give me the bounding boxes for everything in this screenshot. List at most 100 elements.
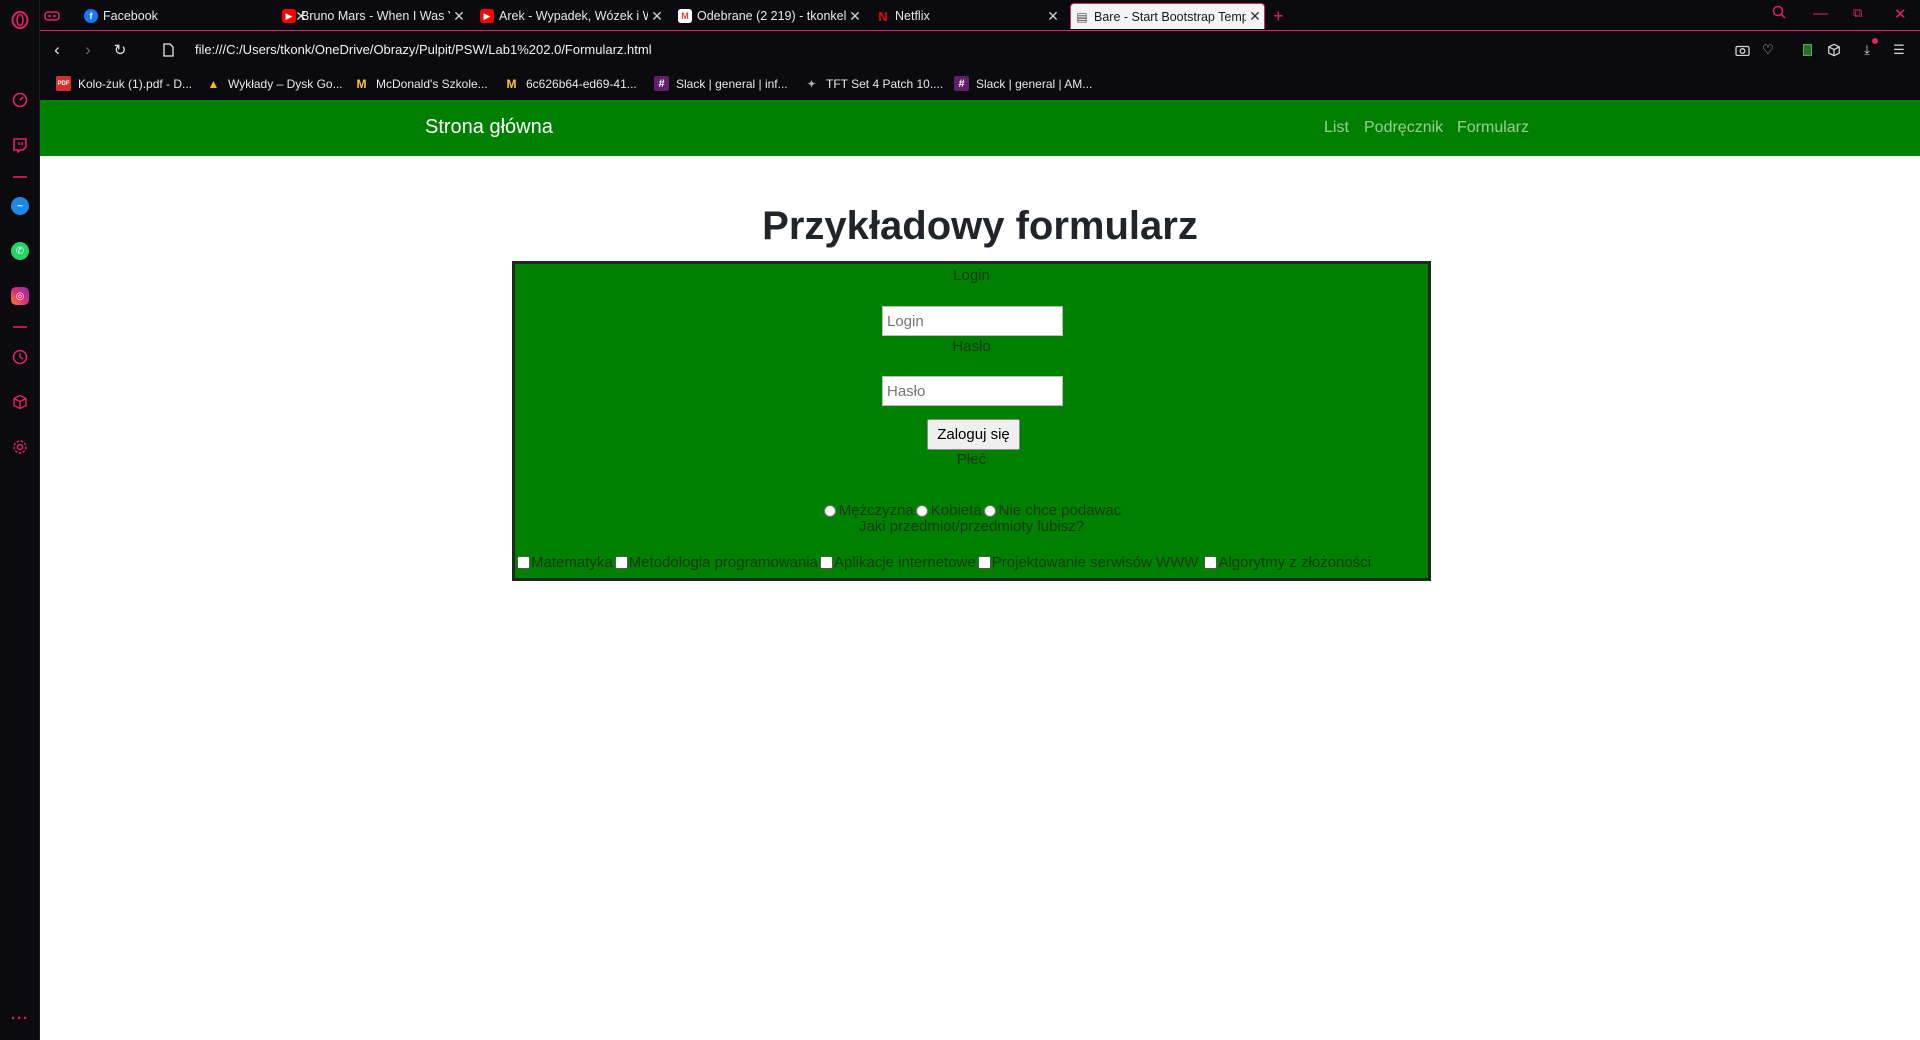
minimize-window-button[interactable]: — <box>1813 5 1828 22</box>
tft-icon: ✦ <box>806 76 817 91</box>
close-tab-icon[interactable]: ✕ <box>846 8 864 25</box>
password-input[interactable] <box>882 376 1063 406</box>
youtube-icon: ▶ <box>282 9 296 23</box>
gender-radio-female[interactable] <box>915 504 928 517</box>
document-icon: ▤ <box>1076 9 1088 24</box>
close-window-button[interactable]: ✕ <box>1894 5 1907 23</box>
login-label: Login <box>953 267 990 284</box>
gender-option-label: Kobieta <box>930 502 982 519</box>
bookmark-item[interactable]: # Slack | general | inf... <box>654 76 788 91</box>
gender-radio-none[interactable] <box>983 504 996 517</box>
login-input[interactable] <box>882 306 1063 336</box>
password-label: Hasło <box>952 338 991 355</box>
file-page-icon <box>158 40 178 60</box>
page-title: Przykładowy formularz <box>762 204 1198 248</box>
subject-option-label: Matematyka <box>531 554 613 571</box>
settings-gear-icon[interactable] <box>0 432 40 462</box>
close-tab-icon[interactable]: ✕ <box>1246 8 1264 25</box>
close-tab-icon[interactable]: ✕ <box>648 8 666 25</box>
subject-option-label: Metodologia programowania <box>628 554 818 571</box>
bookmark-item[interactable]: # Slack | general | AM... <box>954 76 1092 91</box>
bookmark-label: Kolo-żuk (1).pdf - D... <box>78 76 193 91</box>
history-icon[interactable] <box>0 342 40 372</box>
restore-window-button[interactable]: ⧉ <box>1853 5 1862 21</box>
bookmark-item[interactable]: M McDonald's Szkole... <box>354 76 488 91</box>
mcdonalds-icon: M <box>356 76 367 91</box>
bookmark-label: Slack | general | inf... <box>676 76 788 91</box>
subject-option-label: Projektowanie serwisów WWW <box>991 554 1199 571</box>
extension-icon[interactable] <box>1798 41 1816 59</box>
gmail-icon: M <box>678 9 692 23</box>
subject-checkbox[interactable] <box>614 556 628 569</box>
tab-title: Facebook <box>103 9 158 23</box>
slack-icon: # <box>954 76 969 91</box>
navbar-brand[interactable]: Strona główna <box>425 116 553 139</box>
gender-label: Płeć <box>956 451 987 468</box>
workspaces-icon[interactable] <box>44 3 70 29</box>
subject-option-label: Algorytmy z złożoności <box>1218 554 1372 571</box>
new-tab-button[interactable]: + <box>1273 3 1293 29</box>
bookmarks-bar: PDF Kolo-żuk (1).pdf - D... ▲ Wykłady – … <box>40 68 1920 100</box>
bookmark-item[interactable]: ✦ TFT Set 4 Patch 10.... <box>804 76 943 91</box>
subject-checkbox[interactable] <box>977 556 991 569</box>
netflix-icon: N <box>878 8 888 24</box>
subject-option-label: Aplikacje internetowe <box>833 554 976 571</box>
url-input[interactable]: file:///C:/Users/tkonk/OneDrive/Obrazy/P… <box>195 42 652 57</box>
instagram-icon[interactable]: ◎ <box>0 281 40 311</box>
gender-option-label: Mężczyzna <box>838 502 914 519</box>
close-tab-icon[interactable]: ✕ <box>1044 8 1062 25</box>
login-form: Login Hasło Zaloguj się Płeć Mężczyzna K… <box>512 261 1431 581</box>
bookmark-label: 6c626b64-ed69-41... <box>526 76 637 91</box>
snapshot-camera-icon[interactable] <box>1733 41 1751 59</box>
nav-link-podrecznik[interactable]: Podręcznik <box>1364 119 1443 137</box>
address-bar: ‹ › ↻ file:///C:/Users/tkonk/OneDrive/Ob… <box>40 30 1920 68</box>
tab-arek[interactable]: ▶ Arek - Wypadek, Wózek i W ✕ <box>476 3 666 29</box>
tab-netflix[interactable]: N Netflix ✕ <box>872 3 1062 29</box>
tab-title: Bruno Mars - When I Was Your Man <box>301 9 450 23</box>
login-submit-button[interactable]: Zaloguj się <box>927 419 1020 450</box>
more-options-icon[interactable]: ··· <box>0 1003 40 1033</box>
nav-link-formularz[interactable]: Formularz <box>1457 119 1529 137</box>
google-drive-icon: ▲ <box>207 76 220 91</box>
easy-setup-menu-icon[interactable]: ☰ <box>1890 41 1908 59</box>
tab-bare-bootstrap[interactable]: ▤ Bare - Start Bootstrap Template ✕ <box>1070 3 1265 29</box>
tab-title: Bare - Start Bootstrap Template <box>1094 9 1246 24</box>
bookmark-label: TFT Set 4 Patch 10.... <box>826 76 944 91</box>
whatsapp-icon[interactable]: ✆ <box>0 236 40 266</box>
twitch-icon[interactable] <box>0 130 40 160</box>
subjects-checkbox-group: Matematyka Metodologia programowania Apl… <box>515 554 1371 571</box>
tab-facebook[interactable]: f Facebook ✕ <box>80 3 310 29</box>
back-button[interactable]: ‹ <box>47 40 67 60</box>
bookmark-item[interactable]: M 6c626b64-ed69-41... <box>504 76 637 91</box>
bookmark-item[interactable]: PDF Kolo-żuk (1).pdf - D... <box>56 76 192 91</box>
reload-button[interactable]: ↻ <box>110 40 130 60</box>
sidebar-separator <box>13 176 27 178</box>
bookmark-heart-icon[interactable]: ♡ <box>1759 41 1777 59</box>
gender-radio-group: Mężczyzna Kobieta Nie chce podawac <box>515 502 1428 519</box>
browser-sidebar: ~ ✆ ◎ ··· <box>0 0 40 1040</box>
tab-search-icon[interactable] <box>1772 5 1786 23</box>
tab-gmail[interactable]: M Odebrane (2 219) - tkonkel ✕ <box>674 3 864 29</box>
nav-link-list[interactable]: List <box>1324 119 1349 137</box>
messenger-icon[interactable]: ~ <box>0 191 40 221</box>
subject-checkbox[interactable] <box>517 556 530 569</box>
bookmark-label: Wykłady – Dysk Go... <box>228 76 343 91</box>
page-viewport: Strona główna List Podręcznik Formularz … <box>40 100 1920 1040</box>
gender-radio-male[interactable] <box>823 504 836 517</box>
bookmark-item[interactable]: ▲ Wykłady – Dysk Go... <box>206 76 343 91</box>
subject-checkbox[interactable] <box>1204 556 1218 569</box>
speed-dial-icon[interactable] <box>0 85 40 115</box>
pdf-icon: PDF <box>56 76 71 91</box>
extensions-cube-icon[interactable] <box>1825 41 1843 59</box>
bookmark-label: Slack | general | AM... <box>976 76 1093 91</box>
subject-checkbox[interactable] <box>819 556 833 569</box>
extensions-cube-icon[interactable] <box>0 387 40 417</box>
downloads-icon[interactable]: ⤓ <box>1858 38 1878 59</box>
opera-logo-icon[interactable] <box>0 5 40 35</box>
bookmark-label: McDonald's Szkole... <box>376 76 488 91</box>
subjects-label: Jaki przedmiot/przedmioty lubisz? <box>858 518 1085 535</box>
close-tab-icon[interactable]: ✕ <box>450 8 468 25</box>
tab-bruno-mars[interactable]: ▶ Bruno Mars - When I Was Your Man ✕ <box>278 3 468 29</box>
site-navbar: Strona główna List Podręcznik Formularz <box>40 100 1920 156</box>
forward-button[interactable]: › <box>78 40 98 60</box>
